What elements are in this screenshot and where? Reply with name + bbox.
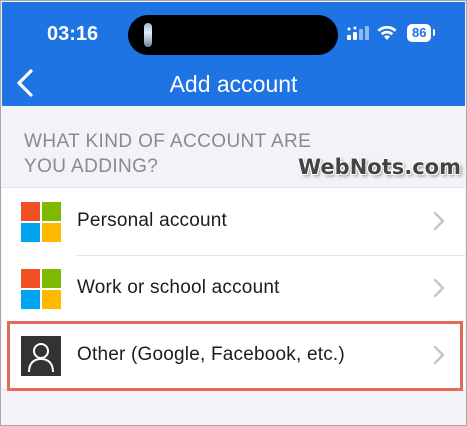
- status-indicators: 86: [347, 24, 437, 42]
- screen: 03:16 86 Add account WHAT KIND OF ACCOUN…: [0, 0, 467, 426]
- account-type-list: Personal account Work or school account: [2, 187, 465, 390]
- option-label: Work or school account: [77, 277, 280, 298]
- option-label: Other (Google, Facebook, etc.): [77, 344, 345, 365]
- battery-icon: 86: [407, 24, 437, 42]
- chevron-right-icon: [433, 278, 445, 298]
- wifi-icon: [377, 25, 397, 40]
- page-title: Add account: [169, 71, 298, 97]
- work-school-account-option[interactable]: Work or school account: [2, 255, 465, 322]
- microsoft-logo-icon: [21, 202, 61, 242]
- other-account-option[interactable]: Other (Google, Facebook, etc.): [2, 322, 465, 389]
- app-header: 03:16 86 Add account: [2, 2, 465, 106]
- personal-account-option[interactable]: Personal account: [2, 188, 465, 255]
- section-title: WHAT KIND OF ACCOUNT ARE YOU ADDING?: [24, 131, 312, 177]
- island-indicator-icon: [144, 23, 152, 47]
- watermark-logo: WebNots.com: [298, 155, 461, 179]
- user-icon: [21, 336, 61, 376]
- option-label: Personal account: [77, 210, 228, 231]
- status-time: 03:16: [47, 23, 99, 45]
- chevron-right-icon: [433, 211, 445, 231]
- signal-icon: [347, 26, 369, 40]
- chevron-right-icon: [433, 345, 445, 365]
- dynamic-island: [128, 15, 338, 55]
- microsoft-logo-icon: [21, 269, 61, 309]
